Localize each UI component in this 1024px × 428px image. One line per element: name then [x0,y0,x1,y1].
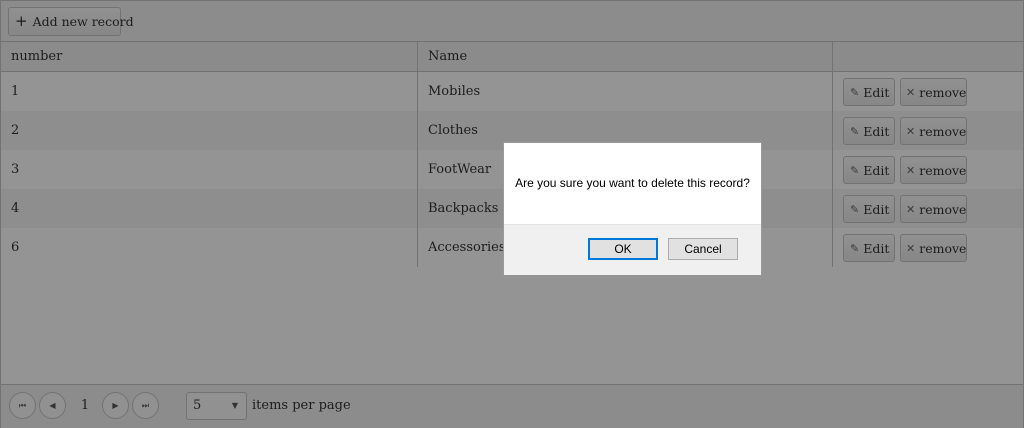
cancel-button[interactable]: Cancel [668,238,738,260]
dialog-footer: OK Cancel [504,224,761,275]
ok-button[interactable]: OK [588,238,658,260]
dialog-message: Are you sure you want to delete this rec… [515,176,750,190]
confirm-dialog: Are you sure you want to delete this rec… [503,142,762,275]
